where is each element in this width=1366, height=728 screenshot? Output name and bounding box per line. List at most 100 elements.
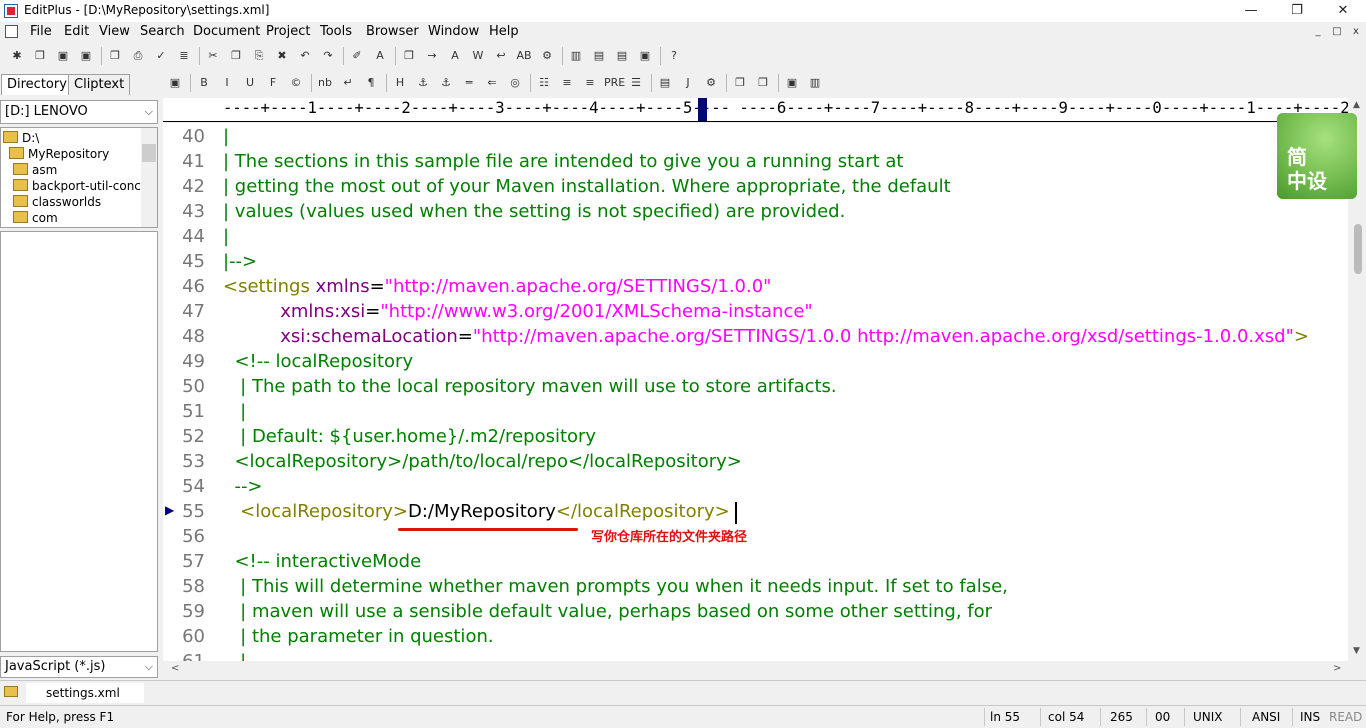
tree-item-d-root[interactable]: D:\ <box>3 130 39 146</box>
code-editor[interactable]: ▶ 40 | 41 | The sections in this sample fil… <box>163 123 1348 661</box>
toolbar-icon[interactable]: A <box>371 47 389 65</box>
mdi-restore-button[interactable]: □ <box>1330 26 1344 39</box>
mdi-close-button[interactable]: x <box>1349 26 1363 39</box>
toolbar-icon[interactable]: ⇐ <box>483 74 501 92</box>
code-line[interactable]: | <box>223 399 246 424</box>
toolbar-icon[interactable]: ▣ <box>166 74 184 92</box>
toolbar-icon[interactable]: ═ <box>460 74 478 92</box>
toolbar-icon[interactable]: ✱ <box>8 47 26 65</box>
tab-settings-xml[interactable]: settings.xml <box>26 683 144 703</box>
toolbar-icon[interactable]: W <box>469 47 487 65</box>
code-line[interactable]: | getting the most out of your Maven ins… <box>223 174 951 199</box>
tree-item-asm[interactable]: asm <box>13 162 57 178</box>
file-type-select[interactable]: JavaScript (*.js) ⌵ <box>0 656 158 678</box>
code-line[interactable]: <localRepository>D:/MyRepository</localR… <box>223 499 730 524</box>
toolbar-icon[interactable]: ✐ <box>348 47 366 65</box>
toolbar-icon[interactable]: ▤ <box>590 47 608 65</box>
vertical-scroll-thumb[interactable] <box>1354 224 1362 274</box>
code-line[interactable]: | This will determine whether maven prom… <box>223 574 1008 599</box>
toolbar-icon[interactable]: ⎘ <box>250 47 268 65</box>
menu-search[interactable]: Search <box>138 24 187 39</box>
toolbar-icon[interactable]: ≡ <box>558 74 576 92</box>
code-line[interactable]: <!-- interactiveMode <box>223 549 421 574</box>
toolbar-icon[interactable]: ▤ <box>613 47 631 65</box>
code-line[interactable]: <settings xmlns="http://maven.apache.org… <box>223 274 771 299</box>
toolbar-icon[interactable]: ☰ <box>627 74 645 92</box>
drive-select[interactable]: [D:] LENOVO ⌵ <box>0 100 158 124</box>
menu-edit[interactable]: Edit <box>62 24 91 39</box>
scroll-right-icon[interactable]: > <box>1333 663 1341 674</box>
code-line[interactable]: | The path to the local repository maven… <box>223 374 837 399</box>
code-line[interactable]: xsi:schemaLocation="http://maven.apache.… <box>223 324 1309 349</box>
toolbar-icon[interactable]: H <box>391 74 409 92</box>
toolbar-icon[interactable]: PRE <box>604 74 625 92</box>
toolbar-icon[interactable]: ▣ <box>77 47 95 65</box>
toolbar-icon[interactable]: ⚓ <box>437 74 455 92</box>
toolbar-icon[interactable]: ❐ <box>31 47 49 65</box>
tab-cliptext[interactable]: Cliptext <box>68 74 131 95</box>
toolbar-icon[interactable]: ⎙ <box>129 47 147 65</box>
toolbar-icon[interactable]: U <box>241 74 259 92</box>
menu-window[interactable]: Window <box>426 24 481 39</box>
toolbar-icon[interactable]: ✓ <box>152 47 170 65</box>
toolbar-icon[interactable]: ❐ <box>731 74 749 92</box>
toolbar-icon[interactable]: ≡ <box>581 74 599 92</box>
tree-item-classworlds[interactable]: classworlds <box>13 194 101 210</box>
code-line[interactable]: | the parameter in question. <box>223 624 493 649</box>
menu-document[interactable]: Document <box>191 24 262 39</box>
code-line[interactable]: |--> <box>223 249 257 274</box>
toolbar-icon[interactable]: ❐ <box>106 47 124 65</box>
tree-scrollbar[interactable] <box>141 128 157 227</box>
file-list[interactable] <box>0 231 158 652</box>
toolbar-icon[interactable]: ≣ <box>175 47 193 65</box>
scroll-up-icon[interactable]: ▲ <box>1353 100 1360 110</box>
toolbar-icon[interactable]: ☷ <box>535 74 553 92</box>
toolbar-icon[interactable]: ▥ <box>567 47 585 65</box>
toolbar-icon[interactable]: ▣ <box>636 47 654 65</box>
maximize-button[interactable]: ❐ <box>1274 0 1320 22</box>
menu-help[interactable]: Help <box>487 24 521 39</box>
toolbar-icon[interactable]: I <box>218 74 236 92</box>
code-line[interactable]: --> <box>223 474 262 499</box>
code-line[interactable]: | The sections in this sample file are i… <box>223 149 903 174</box>
toolbar-icon[interactable]: ✖ <box>273 47 291 65</box>
scroll-down-icon[interactable]: ▼ <box>1353 646 1360 656</box>
menu-file[interactable]: File <box>28 24 54 39</box>
toolbar-icon[interactable]: ⚓ <box>414 74 432 92</box>
document-icon[interactable] <box>5 25 18 38</box>
toolbar-icon[interactable]: ▥ <box>806 74 824 92</box>
toolbar-icon[interactable]: J <box>679 74 697 92</box>
toolbar-icon[interactable]: nb <box>316 74 334 92</box>
toolbar-icon[interactable]: ❐ <box>227 47 245 65</box>
toolbar-icon[interactable]: ↵ <box>339 74 357 92</box>
minimize-button[interactable]: — <box>1228 0 1274 22</box>
menu-tools[interactable]: Tools <box>318 24 354 39</box>
folder-icon[interactable] <box>4 686 18 697</box>
toolbar-icon[interactable]: AB <box>515 47 533 65</box>
mdi-minimize-button[interactable]: _ <box>1311 26 1325 39</box>
code-line[interactable]: | Default: ${user.home}/.m2/repository <box>223 424 596 449</box>
code-line[interactable]: | values (values used when the setting i… <box>223 199 845 224</box>
toolbar-icon[interactable]: ⚙ <box>702 74 720 92</box>
tree-item-myrepository[interactable]: MyRepository <box>9 146 109 162</box>
toolbar-icon[interactable]: ↷ <box>319 47 337 65</box>
toolbar-icon[interactable]: A <box>446 47 464 65</box>
menu-view[interactable]: View <box>97 24 132 39</box>
editor-horizontal-scrollbar[interactable]: < > <box>163 661 1350 678</box>
close-button[interactable]: ✕ <box>1320 0 1366 22</box>
toolbar-icon[interactable]: © <box>287 74 305 92</box>
scroll-left-icon[interactable]: < <box>171 663 179 674</box>
toolbar-icon[interactable]: ◎ <box>506 74 524 92</box>
code-line[interactable]: | <box>223 124 229 149</box>
toolbar-icon[interactable]: ↶ <box>296 47 314 65</box>
toolbar-icon[interactable]: F <box>264 74 282 92</box>
tree-item-backport[interactable]: backport-util-conc <box>13 178 141 194</box>
toolbar-icon[interactable]: ✂ <box>204 47 222 65</box>
toolbar-icon[interactable]: ⚙ <box>538 47 556 65</box>
code-line[interactable]: | maven will use a sensible default valu… <box>223 599 992 624</box>
tree-item-com[interactable]: com <box>13 210 58 226</box>
toolbar-icon[interactable]: ❐ <box>754 74 772 92</box>
toolbar-icon[interactable]: ▣ <box>54 47 72 65</box>
toolbar-icon[interactable]: ¶ <box>362 74 380 92</box>
folder-tree[interactable]: D:\ MyRepository asm backport-util-conc … <box>0 127 158 228</box>
